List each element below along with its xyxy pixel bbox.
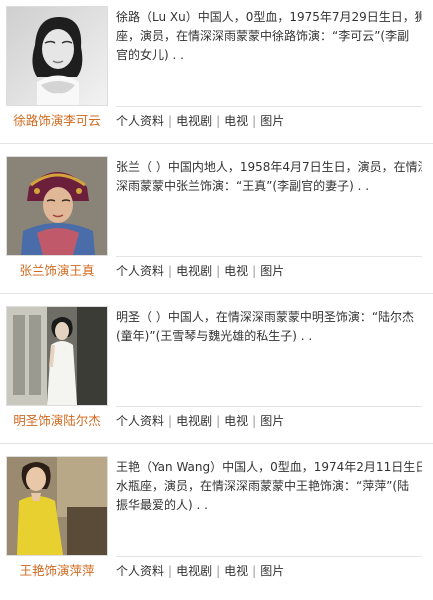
- tv-drama-link[interactable]: 电视剧: [176, 264, 212, 278]
- cast-caption-link[interactable]: 徐路饰演李可云: [0, 110, 114, 129]
- entry-separator: [0, 293, 433, 294]
- cast-links: 个人资料 | 电视剧 | 电视 | 图片: [116, 264, 285, 278]
- pictures-link[interactable]: 图片: [260, 414, 284, 428]
- divider: [116, 406, 422, 407]
- profile-link[interactable]: 个人资料: [116, 264, 164, 278]
- description-line: (童年)”(王雪琴与魏光雄的私生子) . .: [116, 329, 313, 343]
- cast-photo[interactable]: [6, 306, 108, 406]
- pictures-link[interactable]: 图片: [260, 264, 284, 278]
- pictures-link[interactable]: 图片: [260, 114, 284, 128]
- divider: [116, 106, 422, 107]
- tv-drama-link[interactable]: 电视剧: [176, 564, 212, 578]
- cast-entry: 徐路饰演李可云 徐路（Lu Xu）中国人，0型血，1975年7月29日生日，狮子…: [0, 0, 433, 150]
- portrait-image: [7, 457, 107, 555]
- entry-separator: [0, 143, 433, 144]
- cast-links: 个人资料 | 电视剧 | 电视 | 图片: [116, 114, 285, 128]
- cast-description: 张兰（ ）中国内地人，1958年4月7日生日，演员，在情深 深雨蒙蒙中张兰饰演：…: [116, 158, 422, 218]
- cast-links: 个人资料 | 电视剧 | 电视 | 图片: [116, 564, 285, 578]
- profile-link[interactable]: 个人资料: [116, 564, 164, 578]
- entry-separator: [0, 443, 433, 444]
- description-line: 明圣（ ）中国人，在情深深雨蒙蒙中明圣饰演：“陆尔杰: [116, 310, 415, 324]
- cast-caption-link[interactable]: 王艳饰演萍萍: [0, 560, 114, 579]
- tv-link[interactable]: 电视: [224, 114, 248, 128]
- cast-links: 个人资料 | 电视剧 | 电视 | 图片: [116, 414, 285, 428]
- cast-photo[interactable]: [6, 6, 108, 106]
- cast-entry: 张兰饰演王真 张兰（ ）中国内地人，1958年4月7日生日，演员，在情深 深雨蒙…: [0, 150, 433, 300]
- description-line: 座，演员，在情深深雨蒙蒙中徐路饰演：“李可云”(李副: [116, 29, 410, 43]
- cast-description: 明圣（ ）中国人，在情深深雨蒙蒙中明圣饰演：“陆尔杰 (童年)”(王雪琴与魏光雄…: [116, 308, 422, 368]
- description-line: 振华最爱的人) . .: [116, 498, 208, 512]
- cast-caption-link[interactable]: 明圣饰演陆尔杰: [0, 410, 114, 429]
- tv-drama-link[interactable]: 电视剧: [176, 114, 212, 128]
- cast-description: 王艳（Yan Wang）中国人，0型血，1974年2月11日生日， 水瓶座，演员…: [116, 458, 422, 518]
- profile-link[interactable]: 个人资料: [116, 414, 164, 428]
- cast-list: 徐路饰演李可云 徐路（Lu Xu）中国人，0型血，1975年7月29日生日，狮子…: [0, 0, 433, 581]
- cast-caption-link[interactable]: 张兰饰演王真: [0, 260, 114, 279]
- cast-photo[interactable]: [6, 156, 108, 256]
- cast-photo[interactable]: [6, 456, 108, 556]
- cast-entry: 明圣饰演陆尔杰 明圣（ ）中国人，在情深深雨蒙蒙中明圣饰演：“陆尔杰 (童年)”…: [0, 300, 433, 450]
- pictures-link[interactable]: 图片: [260, 564, 284, 578]
- cast-entry: 王艳饰演萍萍 王艳（Yan Wang）中国人，0型血，1974年2月11日生日，…: [0, 450, 433, 600]
- description-line: 张兰（ ）中国内地人，1958年4月7日生日，演员，在情深: [116, 160, 422, 174]
- tv-link[interactable]: 电视: [224, 564, 248, 578]
- description-line: 王艳（Yan Wang）中国人，0型血，1974年2月11日生日，: [116, 460, 422, 474]
- tv-link[interactable]: 电视: [224, 264, 248, 278]
- cast-description: 徐路（Lu Xu）中国人，0型血，1975年7月29日生日，狮子 座，演员，在情…: [116, 8, 422, 68]
- tv-link[interactable]: 电视: [224, 414, 248, 428]
- description-line: 官的女儿) . .: [116, 48, 184, 62]
- portrait-image: [7, 7, 107, 105]
- divider: [116, 256, 422, 257]
- tv-drama-link[interactable]: 电视剧: [176, 414, 212, 428]
- divider: [116, 556, 422, 557]
- portrait-image: [7, 157, 107, 255]
- profile-link[interactable]: 个人资料: [116, 114, 164, 128]
- description-line: 徐路（Lu Xu）中国人，0型血，1975年7月29日生日，狮子: [116, 10, 422, 24]
- description-line: 水瓶座，演员，在情深深雨蒙蒙中王艳饰演：“萍萍”(陆: [116, 479, 410, 493]
- description-line: 深雨蒙蒙中张兰饰演：“王真”(李副官的妻子) . .: [116, 179, 370, 193]
- portrait-image: [7, 307, 107, 405]
